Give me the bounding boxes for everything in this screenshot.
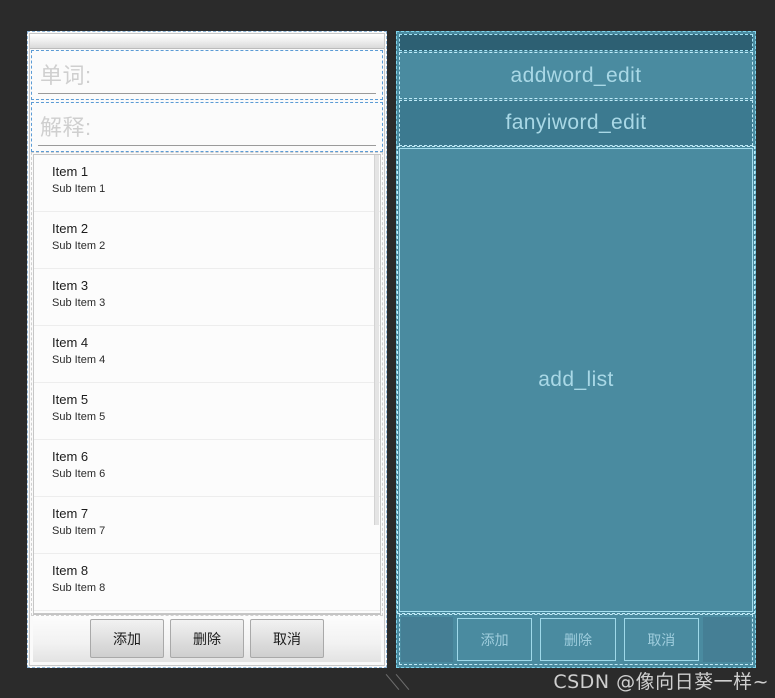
button-bar-right-spacer	[327, 618, 379, 659]
blueprint-fanyiword-label: fanyiword_edit	[505, 111, 646, 135]
list-item[interactable]: Item 7Sub Item 7	[34, 497, 380, 554]
blueprint-add-list-label: add_list	[538, 368, 614, 392]
blueprint-button-bar: 添加 删除 取消	[399, 614, 753, 665]
watermark-text: CSDN @像向日葵一样~	[553, 667, 769, 694]
addword-edit-field[interactable]: 单词:	[31, 50, 383, 100]
list-item[interactable]: Item 1Sub Item 1	[34, 155, 380, 212]
add-list[interactable]: Item 1Sub Item 1Item 2Sub Item 2Item 3Su…	[33, 154, 381, 614]
list-item-subtitle: Sub Item 5	[52, 409, 380, 426]
delete-button[interactable]: 删除	[170, 619, 244, 658]
blueprint-title-bar	[399, 34, 753, 51]
resize-handle-icon[interactable]	[386, 670, 412, 692]
list-item[interactable]: Item 4Sub Item 4	[34, 326, 380, 383]
app-title-bar	[30, 34, 384, 49]
list-scrollbar-thumb[interactable]	[374, 155, 379, 525]
add-button[interactable]: 添加	[90, 619, 164, 658]
list-item[interactable]: Item 8Sub Item 8	[34, 554, 380, 611]
cancel-button[interactable]: 取消	[250, 619, 324, 658]
blueprint-bar-left-spacer	[401, 617, 453, 662]
layout-editor-canvas: 单词: 解释: Item 1Sub Item 1Item 2Sub Item 2…	[0, 0, 775, 698]
list-item[interactable]: Item 3Sub Item 3	[34, 269, 380, 326]
list-item[interactable]: Item 6Sub Item 6	[34, 440, 380, 497]
list-item-subtitle: Sub Item 2	[52, 238, 380, 255]
list-item-subtitle: Sub Item 7	[52, 523, 380, 540]
list-item-title: Item 6	[52, 448, 380, 466]
list-item[interactable]: Item 2Sub Item 2	[34, 212, 380, 269]
list-container[interactable]: Item 1Sub Item 1Item 2Sub Item 2Item 3Su…	[34, 155, 380, 611]
list-item-title: Item 5	[52, 391, 380, 409]
list-item[interactable]: Item 5Sub Item 5	[34, 383, 380, 440]
list-item-title: Item 1	[52, 163, 380, 181]
design-preview-panel[interactable]: 单词: 解释: Item 1Sub Item 1Item 2Sub Item 2…	[27, 31, 387, 668]
list-item-title: Item 7	[52, 505, 380, 523]
blueprint-cancel-button[interactable]: 取消	[624, 618, 699, 661]
blueprint-add-list[interactable]: add_list	[399, 148, 753, 612]
list-item-subtitle: Sub Item 4	[52, 352, 380, 369]
blueprint-panel[interactable]: addword_edit fanyiword_edit add_list 添加 …	[396, 31, 756, 668]
fanyiword-placeholder: 解释:	[40, 115, 374, 141]
list-item-title: Item 4	[52, 334, 380, 352]
list-item-title: Item 2	[52, 220, 380, 238]
addword-underline	[38, 93, 376, 94]
list-scrollbar[interactable]	[373, 155, 380, 613]
list-item-subtitle: Sub Item 8	[52, 580, 380, 597]
fanyiword-edit-field[interactable]: 解释:	[31, 102, 383, 152]
blueprint-bar-right-spacer	[703, 617, 751, 662]
addword-placeholder: 单词:	[40, 63, 374, 89]
device-frame: 单词: 解释: Item 1Sub Item 1Item 2Sub Item 2…	[29, 33, 385, 666]
blueprint-add-button[interactable]: 添加	[457, 618, 532, 661]
list-item-title: Item 3	[52, 277, 380, 295]
list-item-subtitle: Sub Item 6	[52, 466, 380, 483]
button-bar-left-spacer	[35, 618, 87, 659]
design-button-bar: 添加 删除 取消	[33, 614, 381, 662]
blueprint-delete-button[interactable]: 删除	[540, 618, 615, 661]
list-item-title: Item 8	[52, 562, 380, 580]
blueprint-addword-edit[interactable]: addword_edit	[399, 52, 753, 99]
list-item-subtitle: Sub Item 1	[52, 181, 380, 198]
blueprint-addword-label: addword_edit	[511, 64, 642, 88]
fanyiword-underline	[38, 145, 376, 146]
list-item-subtitle: Sub Item 3	[52, 295, 380, 312]
blueprint-fanyiword-edit[interactable]: fanyiword_edit	[399, 100, 753, 146]
